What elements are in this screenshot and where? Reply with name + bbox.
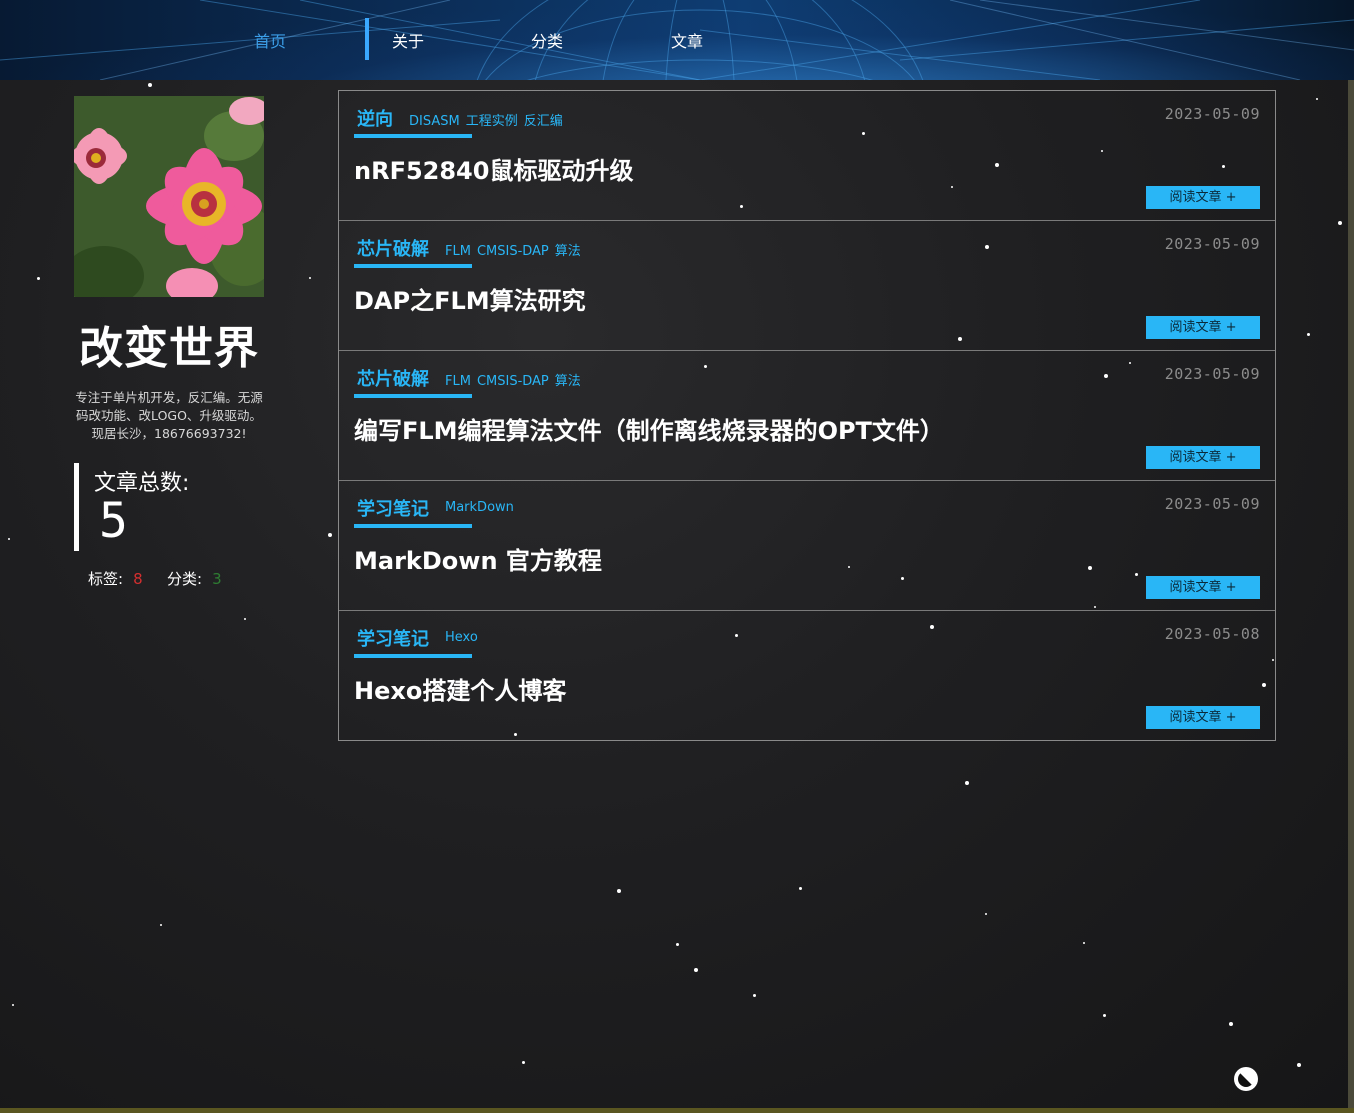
star (1229, 1022, 1233, 1026)
star (328, 533, 332, 537)
category-underline (354, 524, 472, 528)
post-tags: MarkDown (445, 500, 520, 515)
post-tag[interactable]: MarkDown (445, 500, 514, 515)
post-date: 2023-05-08 (1164, 625, 1260, 643)
post-count-value: 5 (99, 493, 128, 549)
post-tag[interactable]: CMSIS-DAP (477, 374, 549, 389)
star (148, 83, 152, 87)
bottom-border (0, 1108, 1354, 1113)
post-date: 2023-05-09 (1164, 495, 1260, 513)
post-card: 逆向 DISASM 工程实例 反汇编 2023-05-09 nRF52840鼠标驱动… (339, 91, 1275, 221)
categories-stat-count: 3 (212, 570, 222, 588)
post-date: 2023-05-09 (1164, 235, 1260, 253)
tags-stat-count: 8 (133, 570, 143, 588)
post-title[interactable]: Hexo搭建个人博客 (354, 671, 566, 706)
post-list: 逆向 DISASM 工程实例 反汇编 2023-05-09 nRF52840鼠标驱动… (338, 90, 1276, 741)
post-card: 学习笔记 MarkDown 2023-05-09 MarkDown 官方教程 阅… (339, 481, 1275, 611)
star (1297, 1063, 1301, 1067)
category-underline (354, 264, 472, 268)
post-date: 2023-05-09 (1164, 365, 1260, 383)
site-description: 专注于单片机开发，反汇编。无源码改功能、改LOGO、升级驱动。现居长沙，1867… (75, 390, 263, 441)
post-tags: DISASM 工程实例 反汇编 (409, 110, 569, 129)
star (37, 277, 40, 280)
post-category[interactable]: 学习笔记 (357, 625, 429, 651)
post-tag[interactable]: FLM (445, 374, 471, 389)
post-tag[interactable]: 工程实例 (466, 114, 518, 129)
categories-stat[interactable]: 分类: 3 (167, 568, 222, 589)
avatar (74, 96, 264, 297)
star (753, 994, 756, 997)
tags-stat[interactable]: 标签: 8 (88, 568, 143, 589)
post-tag[interactable]: FLM (445, 244, 471, 259)
post-category[interactable]: 芯片破解 (357, 235, 429, 261)
post-tags: FLM CMSIS-DAP 算法 (445, 240, 587, 259)
post-tag[interactable]: Hexo (445, 630, 478, 645)
post-tag[interactable]: 反汇编 (524, 114, 563, 129)
flower-avatar-image (74, 96, 264, 297)
read-article-button[interactable]: 阅读文章 + (1146, 706, 1260, 729)
star (160, 924, 162, 926)
star (12, 1004, 14, 1006)
read-article-button[interactable]: 阅读文章 + (1146, 446, 1260, 469)
top-nav: 首页 关于 分类 文章 (0, 0, 1354, 80)
post-count-box: 文章总数: 5 (74, 463, 269, 551)
star (8, 538, 10, 540)
post-title[interactable]: 编写FLM编程算法文件（制作离线烧录器的OPT文件） (354, 411, 944, 446)
post-card: 学习笔记 Hexo 2023-05-08 Hexo搭建个人博客 阅读文章 + (339, 611, 1275, 740)
post-date: 2023-05-09 (1164, 105, 1260, 123)
post-tags: FLM CMSIS-DAP 算法 (445, 370, 587, 389)
nav-home[interactable]: 首页 (254, 28, 286, 52)
star (965, 781, 969, 785)
tags-stat-label: 标签: (88, 570, 124, 588)
nav-divider (365, 18, 369, 60)
star (522, 1061, 525, 1064)
star (1307, 333, 1310, 336)
post-category[interactable]: 逆向 (357, 105, 393, 131)
post-tag[interactable]: DISASM (409, 114, 460, 129)
category-underline (354, 134, 472, 138)
star (1103, 1014, 1106, 1017)
post-title[interactable]: MarkDown 官方教程 (354, 541, 602, 576)
post-title[interactable]: DAP之FLM算法研究 (354, 281, 586, 316)
read-article-button[interactable]: 阅读文章 + (1146, 186, 1260, 209)
theme-toggle-icon[interactable] (1234, 1067, 1258, 1091)
star (244, 618, 246, 620)
post-card: 芯片破解 FLM CMSIS-DAP 算法 2023-05-09 DAP之FLM算法… (339, 221, 1275, 351)
category-underline (354, 654, 472, 658)
nav-articles[interactable]: 文章 (671, 28, 703, 52)
star (1083, 942, 1085, 944)
star (694, 968, 698, 972)
star (676, 943, 679, 946)
star (617, 889, 621, 893)
post-category[interactable]: 学习笔记 (357, 495, 429, 521)
star (309, 277, 311, 279)
post-tag[interactable]: 算法 (555, 374, 581, 389)
star (1316, 98, 1318, 100)
post-title[interactable]: nRF52840鼠标驱动升级 (354, 151, 633, 186)
star (1338, 221, 1342, 225)
nav-categories[interactable]: 分类 (531, 28, 563, 52)
read-article-button[interactable]: 阅读文章 + (1146, 576, 1260, 599)
nav-about[interactable]: 关于 (392, 28, 424, 52)
star (985, 913, 987, 915)
post-tag[interactable]: 算法 (555, 244, 581, 259)
post-card: 芯片破解 FLM CMSIS-DAP 算法 2023-05-09 编写FLM编程算法… (339, 351, 1275, 481)
scrollbar[interactable] (1348, 80, 1354, 1113)
post-category[interactable]: 芯片破解 (357, 365, 429, 391)
site-title: 改变世界 (79, 323, 259, 374)
post-tags: Hexo (445, 630, 484, 645)
post-tag[interactable]: CMSIS-DAP (477, 244, 549, 259)
moon-icon (1238, 1071, 1254, 1087)
read-article-button[interactable]: 阅读文章 + (1146, 316, 1260, 339)
categories-stat-label: 分类: (167, 570, 203, 588)
category-underline (354, 394, 472, 398)
star (799, 887, 802, 890)
